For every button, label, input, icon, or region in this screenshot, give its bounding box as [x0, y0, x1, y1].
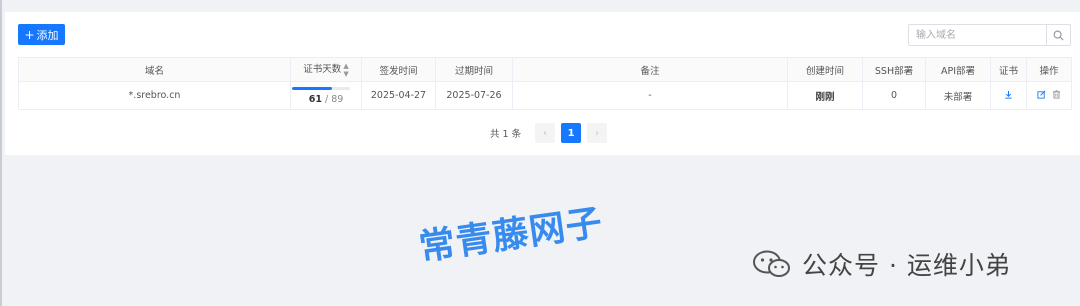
- wechat-account-name: 公众号 · 运维小弟: [802, 251, 1011, 280]
- cert-table: 域名 证书天数 ▲ ▼ 签发时间 过期时间 备注 创建时间 SSH部署 API部署 …: [18, 57, 1072, 110]
- cell-ops: [1026, 81, 1072, 110]
- wechat-icon: [753, 250, 790, 277]
- edit-icon[interactable]: [1037, 90, 1046, 99]
- pagination-total: 共 1 条: [490, 129, 522, 140]
- chevron-left-icon: ‹: [543, 127, 548, 139]
- cell-issued: 2025-04-27: [361, 81, 436, 110]
- search-box: [908, 24, 1071, 46]
- search-icon: [1053, 30, 1064, 40]
- table-header-row: 域名 证书天数 ▲ ▼ 签发时间 过期时间 备注 创建时间 SSH部署 API部署 …: [18, 57, 1072, 82]
- next-page-button[interactable]: ›: [587, 123, 608, 143]
- col-header-issued: 签发时间: [361, 57, 436, 82]
- watermark-title: 常青藤网子: [416, 202, 606, 269]
- col-header-ssh: SSH部署: [862, 57, 926, 82]
- prev-page-button[interactable]: ‹: [535, 123, 556, 143]
- cell-note: -: [512, 81, 788, 110]
- days-progress-bar: [292, 86, 350, 90]
- search-input[interactable]: [909, 25, 1046, 45]
- main-card: + 添加 域名 证书天数▲▼ 签发时间 过期时间 备注 创建时间 SSH部署 A…: [5, 12, 1080, 155]
- download-icon[interactable]: [1004, 90, 1013, 99]
- days-total: 89: [331, 93, 344, 105]
- col-header-created: 创建时间: [787, 57, 863, 82]
- search-button[interactable]: [1046, 25, 1070, 45]
- days-left: 61: [308, 93, 322, 105]
- cell-api: 未部署: [925, 81, 991, 110]
- add-button[interactable]: + 添加: [18, 24, 65, 45]
- plus-icon: +: [24, 27, 35, 42]
- add-button-label: 添加: [36, 28, 59, 42]
- col-header-days[interactable]: 证书天数 ▲ ▼: [290, 57, 362, 82]
- days-progress-fill: [292, 86, 332, 90]
- cell-created: 刚刚: [787, 81, 863, 110]
- delete-icon[interactable]: [1052, 89, 1061, 99]
- table-row: *.srebro.cn 61 / 89 2025-04-27 2025-07-2…: [18, 81, 1072, 110]
- cell-days: 61 / 89: [290, 81, 362, 110]
- col-header-domain: 域名: [18, 57, 291, 82]
- chevron-right-icon: ›: [595, 127, 600, 139]
- cell-domain: *.srebro.cn: [18, 81, 291, 110]
- col-header-expires: 过期时间: [435, 57, 513, 82]
- pagination: 共 1 条 ‹ 1 ›: [490, 123, 608, 143]
- wechat-account-watermark: 公众号 · 运维小弟: [752, 246, 1011, 282]
- col-header-api: API部署: [925, 57, 991, 82]
- page-button-current[interactable]: 1: [561, 123, 582, 143]
- col-header-cert: 证书: [990, 57, 1027, 82]
- cell-cert: [990, 81, 1027, 110]
- window-edge: [0, 0, 2, 306]
- days-separator: /: [321, 93, 332, 105]
- cell-expires: 2025-07-26: [435, 81, 513, 110]
- col-header-note: 备注: [512, 57, 788, 82]
- col-header-days-label: 证书天数: [303, 64, 342, 76]
- col-header-ops: 操作: [1026, 57, 1072, 82]
- cell-ssh: 0: [862, 81, 926, 110]
- sort-icon[interactable]: ▲ ▼: [343, 62, 348, 78]
